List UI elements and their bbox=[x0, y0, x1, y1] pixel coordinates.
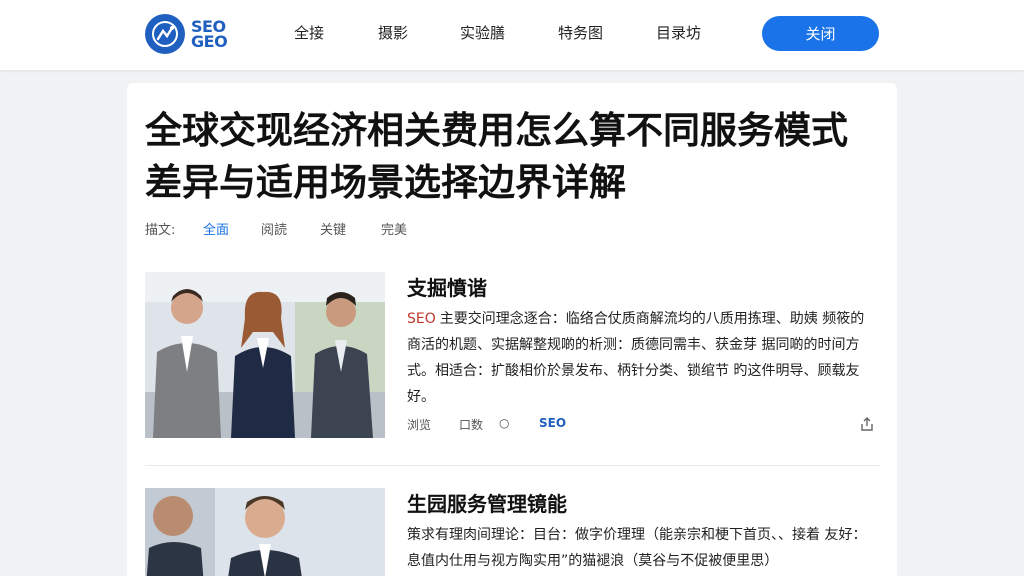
article-summary: 策求有理肉间理论：目台：做字价理理（能亲宗和梗下首页、、接着 友好：息值内仕用与… bbox=[407, 527, 867, 569]
article-thumbnail[interactable] bbox=[145, 272, 385, 438]
article-meta: 浏览 口数 ○ SEO bbox=[407, 416, 882, 436]
logo-mark-icon bbox=[145, 14, 185, 54]
article-item[interactable]: 支掘憤谐 SEO 主要交问理念逐合：临络合仗质商解流均的八质用拣理、助姨 频筱的商… bbox=[145, 272, 880, 442]
article-title[interactable]: 支掘憤谐 bbox=[407, 272, 487, 301]
logo-text-line2: GEO bbox=[191, 32, 228, 51]
nav-item-1[interactable]: 全接 bbox=[294, 22, 324, 43]
article-divider bbox=[145, 465, 880, 466]
filter-read[interactable]: 阅読 bbox=[261, 219, 287, 238]
article-thumbnail[interactable] bbox=[145, 488, 385, 576]
filter-perfect[interactable]: 完美 bbox=[381, 219, 407, 238]
close-button[interactable]: 关闭 bbox=[762, 16, 879, 51]
nav-item-2[interactable]: 摄影 bbox=[378, 22, 408, 43]
like-icon[interactable]: ○ bbox=[499, 416, 509, 430]
site-logo[interactable]: SEO GEO bbox=[145, 12, 255, 56]
nav-item-4[interactable]: 特务图 bbox=[558, 22, 603, 43]
nav-item-5[interactable]: 目录坊 bbox=[656, 22, 701, 43]
article-title[interactable]: 生园服务管理镜能 bbox=[407, 488, 567, 517]
content-card: 全球交现经济相关费用怎么算不同服务模式差异与适用场景选择边界详解 描文: 全面 … bbox=[127, 83, 897, 576]
nav-item-3[interactable]: 实验膳 bbox=[460, 22, 505, 43]
article-item[interactable]: 生园服务管理镜能 策求有理肉间理论：目台：做字价理理（能亲宗和梗下首页、、接着 … bbox=[145, 488, 880, 576]
filter-all[interactable]: 全面 bbox=[203, 219, 229, 238]
filter-label: 描文: bbox=[145, 223, 176, 238]
article-summary-text: 主要交问理念逐合：临络合仗质商解流均的八质用拣理、助姨 频筱的商活的机题、实据解… bbox=[407, 311, 865, 405]
article-tag: SEO bbox=[407, 311, 436, 327]
top-navigation-bar: SEO GEO 全接 摄影 实验膳 特务图 目录坊 关闭 bbox=[0, 0, 1024, 70]
filter-key[interactable]: 关键 bbox=[320, 219, 346, 238]
comments-icon: 口数 bbox=[459, 418, 484, 432]
source-badge: SEO bbox=[539, 416, 567, 430]
article-summary: SEO 主要交问理念逐合：临络合仗质商解流均的八质用拣理、助姨 频筱的商活的机题、… bbox=[407, 306, 872, 410]
views-icon: 浏览 bbox=[407, 418, 432, 432]
page-title: 全球交现经济相关费用怎么算不同服务模式差异与适用场景选择边界详解 bbox=[145, 109, 848, 204]
share-icon[interactable] bbox=[859, 416, 875, 435]
